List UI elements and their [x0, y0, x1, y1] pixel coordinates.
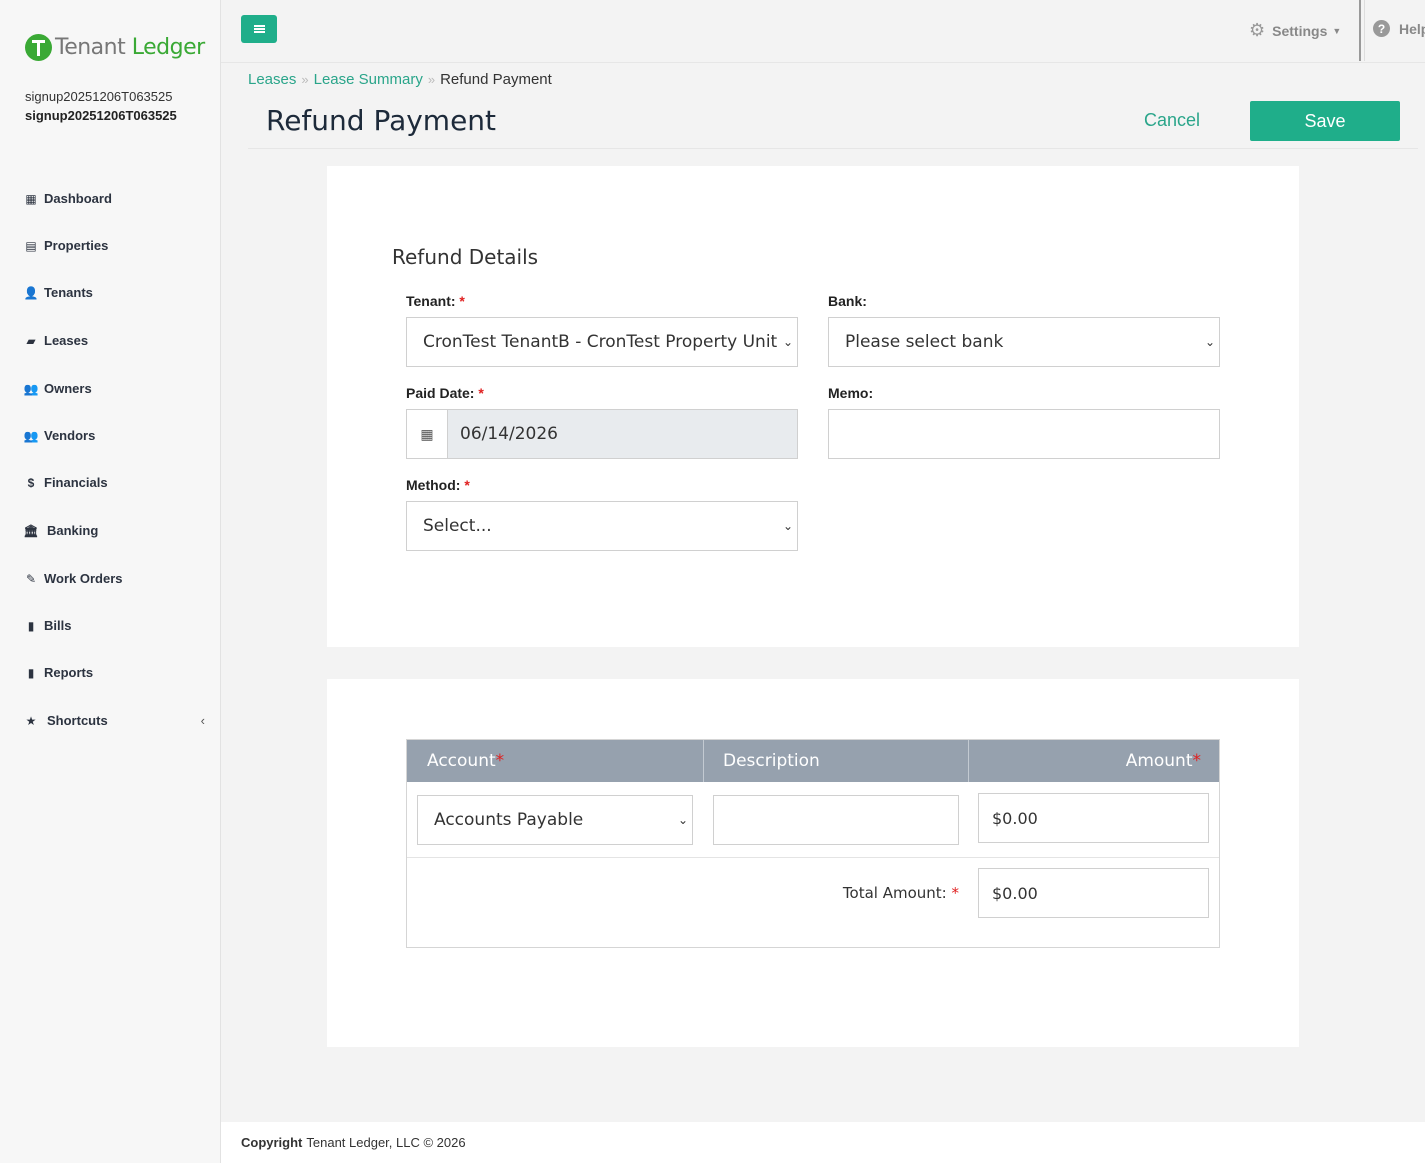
calendar-icon[interactable]: ▦ [406, 409, 447, 459]
sidebar-item-dashboard[interactable]: ▦ Dashboard [25, 191, 205, 206]
settings-label: Settings [1272, 22, 1328, 39]
refund-details-card: Refund Details Tenant: * CronTest Tenant… [327, 166, 1299, 647]
divider [407, 857, 1219, 858]
edit-icon: ✎ [25, 571, 37, 586]
chevron-left-icon[interactable]: ‹ [201, 713, 205, 728]
bank-label: Bank: [828, 293, 867, 309]
sidebar-item-reports[interactable]: ▮ Reports [25, 665, 205, 680]
page-title: Refund Payment [266, 104, 497, 137]
file-icon: ▮ [27, 665, 35, 680]
method-label: Method: * [406, 477, 470, 493]
sidebar-item-tenants[interactable]: 👤 Tenants [23, 285, 205, 300]
sidebar-item-label: Leases [44, 333, 89, 348]
total-amount-label: Total Amount: * [842, 884, 959, 902]
dashboard-icon: ▦ [25, 191, 37, 206]
users-icon: 👥 [23, 381, 39, 396]
footer-copyright-label: Copyright [241, 1135, 303, 1150]
chevron-down-icon: ⌄ [782, 335, 794, 349]
footer-text: Tenant Ledger, LLC © 2026 [306, 1135, 466, 1150]
user-display-name: signup20251206T063525 [25, 108, 177, 123]
menu-toggle-button[interactable] [241, 15, 277, 43]
sidebar-item-label: Work Orders [44, 571, 123, 586]
sidebar-item-bills[interactable]: ▮ Bills [25, 618, 205, 633]
header-account: Account * [427, 751, 505, 771]
sidebar-item-label: Reports [44, 665, 94, 680]
sidebar-item-owners[interactable]: 👥 Owners [23, 381, 205, 396]
section-title: Refund Details [392, 245, 539, 269]
breadcrumb-current: Refund Payment [440, 71, 552, 88]
line-items-table: Account * Description Amount * Accounts Pa… [406, 739, 1220, 948]
star-icon: ★ [25, 713, 37, 728]
divider [221, 62, 1425, 63]
hamburger-icon [253, 25, 265, 33]
sidebar-item-label: Dashboard [44, 191, 112, 206]
chevron-down-icon: ⌄ [1204, 335, 1216, 349]
sidebar-item-label: Tenants [44, 285, 93, 300]
header-description: Description [723, 751, 820, 771]
header-amount: Amount * [1125, 751, 1201, 771]
breadcrumb-separator: » [427, 72, 436, 87]
chevron-down-icon: ⌄ [782, 519, 794, 533]
sidebar-item-label: Banking [47, 523, 99, 538]
sidebar-item-properties[interactable]: ▤ Properties [25, 238, 205, 253]
amount-input[interactable]: $0.00 [978, 793, 1209, 843]
settings-dropdown[interactable]: ⚙ Settings ▼ [1249, 20, 1341, 41]
breadcrumb-separator: » [301, 72, 309, 87]
sidebar-item-banking[interactable]: 🏛 Banking [23, 523, 205, 538]
sidebar-item-shortcuts[interactable]: ★ Shortcuts ‹ [25, 713, 205, 728]
sidebar-item-vendors[interactable]: 👥 Vendors [23, 428, 205, 443]
gear-icon: ⚙ [1249, 20, 1266, 40]
sidebar: Tenant Ledger signup20251206T063525 sign… [0, 0, 221, 1163]
bank-icon: 🏛 [23, 523, 39, 538]
caret-down-icon: ▼ [1332, 25, 1342, 36]
memo-label: Memo: [828, 385, 874, 401]
breadcrumb: Leases » Lease Summary » Refund Payment [248, 71, 552, 88]
sidebar-item-label: Properties [44, 238, 109, 253]
question-icon: ? [1373, 20, 1390, 37]
divider [703, 740, 704, 782]
sidebar-item-leases[interactable]: ▰ Leases [25, 333, 205, 348]
breadcrumb-leases-link[interactable]: Leases [248, 71, 296, 88]
divider [968, 740, 969, 782]
sidebar-item-label: Bills [44, 618, 72, 633]
table-header: Account * Description Amount * [407, 740, 1219, 782]
brand-name: Tenant Ledger [55, 34, 205, 60]
user-account-name: signup20251206T063525 [25, 89, 173, 104]
divider [1364, 0, 1365, 61]
help-link[interactable]: ? Help [1373, 20, 1425, 37]
file-icon: ▮ [27, 618, 35, 633]
dollar-icon: $ [27, 475, 35, 490]
total-amount-input[interactable]: $0.00 [978, 868, 1209, 918]
cancel-button[interactable]: Cancel [1144, 110, 1200, 131]
sidebar-item-label: Financials [44, 475, 108, 490]
sidebar-item-label: Vendors [44, 428, 96, 443]
sidebar-item-label: Shortcuts [47, 713, 108, 728]
tenant-label: Tenant: * [406, 293, 465, 309]
divider [1359, 0, 1361, 61]
method-select[interactable]: Select... ⌄ [406, 501, 798, 551]
sidebar-item-label: Owners [44, 381, 92, 396]
folder-open-icon: ▰ [26, 333, 36, 348]
building-icon: ▤ [25, 238, 37, 253]
footer: Copyright Tenant Ledger, LLC © 2026 [221, 1122, 1425, 1163]
divider [248, 148, 1418, 149]
line-items-card: Account * Description Amount * Accounts Pa… [327, 679, 1299, 1047]
users-icon: 👥 [23, 428, 39, 443]
description-input[interactable] [713, 795, 959, 845]
bank-select[interactable]: Please select bank ⌄ [828, 317, 1220, 367]
logo-icon [25, 33, 52, 61]
sidebar-item-work-orders[interactable]: ✎ Work Orders [25, 571, 205, 586]
brand-logo[interactable]: Tenant Ledger [25, 32, 205, 62]
save-button[interactable]: Save [1250, 101, 1400, 141]
help-label: Help [1399, 20, 1425, 37]
sidebar-item-financials[interactable]: $ Financials [25, 475, 205, 490]
account-select[interactable]: Accounts Payable ⌄ [417, 795, 693, 845]
breadcrumb-lease-summary-link[interactable]: Lease Summary [314, 71, 423, 88]
paid-date-label: Paid Date: * [406, 385, 484, 401]
chevron-down-icon: ⌄ [677, 813, 689, 827]
memo-input[interactable] [828, 409, 1220, 459]
tenant-select[interactable]: CronTest TenantB - CronTest Property Uni… [406, 317, 798, 367]
user-icon: 👤 [23, 285, 39, 300]
paid-date-input[interactable]: 06/14/2026 [447, 409, 798, 459]
